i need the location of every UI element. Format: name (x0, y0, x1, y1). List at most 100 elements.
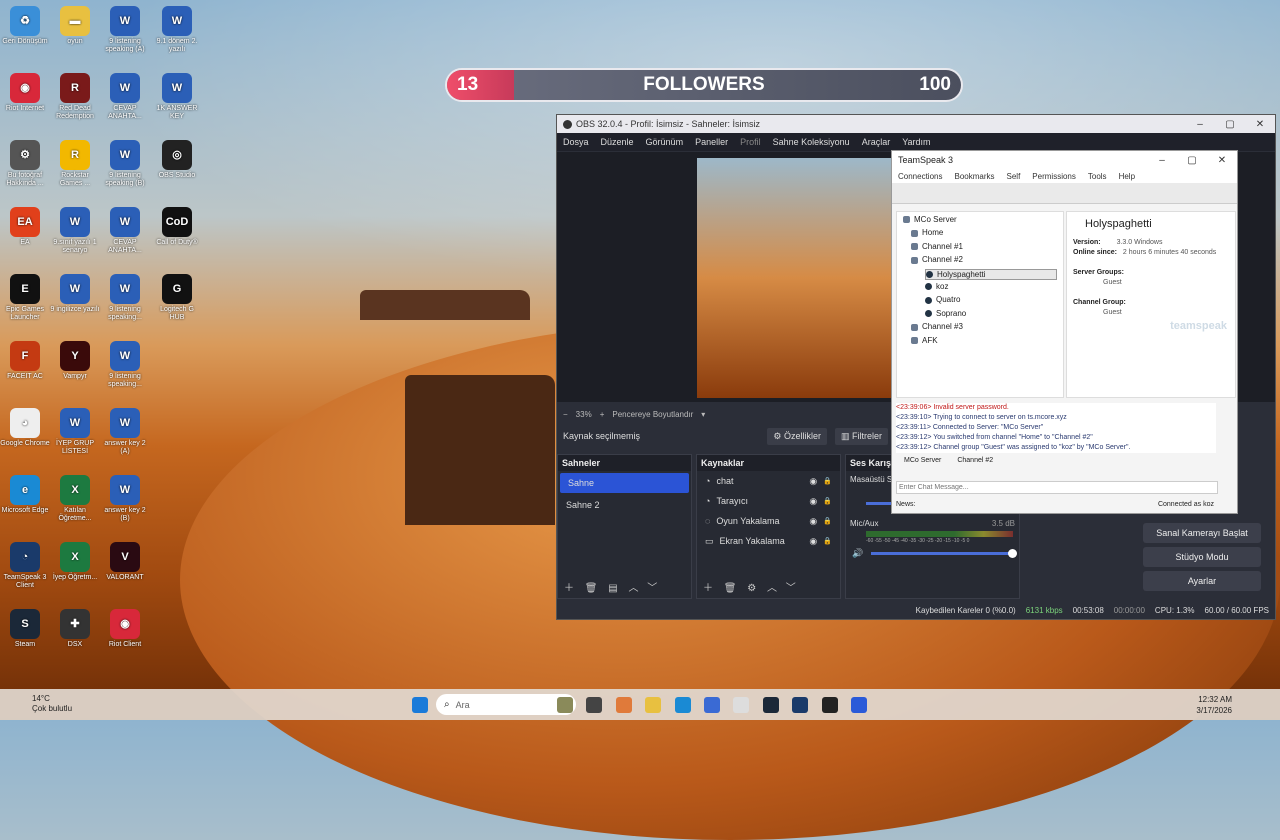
clock[interactable]: 12:32 AM 3/17/2026 (1196, 694, 1232, 716)
desktop-icon[interactable]: G Logitech G HUB (152, 274, 202, 322)
add-scene-button[interactable]: ＋ (564, 583, 574, 594)
source-item[interactable]: ◌ Oyun Yakalama ◉ 🔒 (697, 511, 840, 531)
desktop-icon[interactable]: W İYEP GRUP LİSTESİ (50, 408, 100, 456)
filters-button[interactable]: ▥ Filtreler (834, 427, 888, 445)
ts-titlebar[interactable]: TeamSpeak 3 – ▢ ✕ (892, 151, 1237, 169)
eye-icon[interactable]: ◉ (809, 536, 817, 547)
studio-mode-button[interactable]: Stüdyo Modu (1143, 547, 1261, 567)
menu-item[interactable]: Bookmarks (948, 172, 1000, 181)
minimize-button[interactable]: – (1185, 119, 1215, 130)
channel-item[interactable]: Channel #1 (911, 242, 963, 251)
menu-item[interactable]: Profil (734, 137, 767, 147)
steam-icon[interactable] (762, 697, 779, 713)
desktop-icon[interactable]: Y Vampyr (50, 341, 100, 381)
lock-icon[interactable]: 🔒 (823, 517, 832, 525)
app-icon[interactable] (704, 697, 720, 713)
add-source-button[interactable]: ＋ (703, 583, 713, 594)
maximize-button[interactable]: ▢ (1215, 119, 1245, 130)
desktop-icon[interactable]: W 9 listening speaking... (100, 274, 150, 322)
close-button[interactable]: ✕ (1207, 155, 1237, 166)
desktop-icon[interactable]: W 9.1 dönem 2. yazılı (152, 6, 202, 54)
desktop-icon[interactable]: F FACEIT AC (0, 341, 50, 381)
desktop-icon[interactable]: X Katılan Öğretme... (50, 475, 100, 523)
desktop-icon[interactable]: ◉ Riot Client (100, 609, 150, 649)
properties-button[interactable]: ⚙ Özellikler (767, 427, 827, 445)
desktop-icon[interactable]: W 9 listening speaking... (100, 341, 150, 389)
menu-item[interactable]: Permissions (1026, 172, 1082, 181)
settings-button[interactable]: Ayarlar (1143, 571, 1261, 591)
user-item[interactable]: Soprano (925, 309, 966, 318)
teamspeak-icon[interactable] (792, 697, 809, 713)
lock-icon[interactable]: 🔒 (823, 477, 832, 485)
source-settings-button[interactable]: ⚙ (747, 583, 756, 594)
menu-item[interactable]: Sahne Koleksiyonu (767, 137, 856, 147)
menu-item[interactable]: Araçlar (856, 137, 897, 147)
move-down-button[interactable]: ﹀ (647, 583, 657, 594)
chat-input[interactable] (896, 481, 1218, 494)
lock-icon[interactable]: 🔒 (823, 537, 832, 545)
fit-window-label[interactable]: Pencereye Boyutlandır (612, 410, 693, 419)
menu-item[interactable]: Paneller (689, 137, 734, 147)
channel-item[interactable]: AFK (911, 336, 938, 345)
obs-icon[interactable] (821, 697, 838, 713)
start-button[interactable] (412, 697, 428, 713)
desktop-icon[interactable]: ◎ OBS Studio (152, 140, 202, 180)
eye-icon[interactable]: ◉ (809, 496, 817, 507)
menu-item[interactable]: Düzenle (595, 137, 640, 147)
menu-item[interactable]: Dosya (557, 137, 595, 147)
desktop-icon[interactable]: Wanswer key 2 (B) (100, 475, 150, 523)
minimize-button[interactable]: – (1147, 155, 1177, 166)
desktop-icon[interactable]: W 9 listening speaking (A) (100, 6, 150, 54)
scene-filter-button[interactable]: ▤ (608, 583, 617, 594)
eye-icon[interactable]: ◉ (809, 476, 817, 487)
source-item[interactable]: ▭ Ekran Yakalama ◉ 🔒 (697, 531, 840, 551)
obs-titlebar[interactable]: OBS 32.0.4 - Profil: İsimsiz - Sahneler:… (557, 115, 1275, 133)
channel-item[interactable]: Channel #2 (911, 255, 963, 264)
desktop-icon[interactable]: X İyep Öğretm... (50, 542, 100, 582)
menu-item[interactable]: Yardım (896, 137, 936, 147)
app-icon[interactable] (851, 697, 867, 713)
desktop-icon[interactable]: ♻ Geri Dönüşüm (0, 6, 50, 46)
desktop-icon[interactable]: E Epic Games Launcher (0, 274, 50, 322)
desktop-icon[interactable]: ⚙ Bu fotoğraf Hakkında ... (0, 140, 50, 188)
desktop-icon[interactable]: ◔ TeamSpeak 3 Client (0, 542, 50, 590)
zoom-in-button[interactable]: + (600, 410, 605, 419)
desktop-icon[interactable]: ◉ Riot Internet (0, 73, 50, 113)
remove-source-button[interactable]: 🗑 (724, 583, 737, 594)
desktop-icon[interactable]: R Rockstar Games ... (50, 140, 100, 188)
desktop-icon[interactable]: W CEVAP ANAHTA... (100, 73, 150, 121)
user-item[interactable]: koz (925, 282, 948, 291)
scene-item[interactable]: Sahne 2 (558, 495, 691, 515)
menu-item[interactable]: Görünüm (640, 137, 690, 147)
desktop-icon[interactable]: CoD Call of Duty® (152, 207, 202, 247)
source-item[interactable]: ◔ chat ◉ 🔒 (697, 471, 840, 491)
desktop-icon[interactable]: W CEVAP ANAHTA... (100, 207, 150, 255)
desktop-icon[interactable]: W 1K ANSWER KEY (152, 73, 202, 121)
chrome-icon[interactable] (733, 697, 750, 713)
desktop-icon[interactable]: S Steam (0, 609, 50, 649)
chevron-down-icon[interactable]: ▾ (701, 410, 705, 419)
desktop-icon[interactable]: W 9.sınıf yazılı 1 senaryo (50, 207, 100, 255)
user-item[interactable]: Holyspaghetti (925, 268, 1057, 280)
zoom-out-button[interactable]: − (563, 410, 568, 419)
scene-item[interactable]: Sahne (560, 473, 689, 493)
desktop-icon[interactable]: e Microsoft Edge (0, 475, 50, 515)
desktop-icon[interactable]: V VALORANT (100, 542, 150, 582)
start-virtual-camera-button[interactable]: Sanal Kamerayı Başlat (1143, 523, 1261, 543)
user-item[interactable]: Quatro (925, 295, 960, 304)
move-up-button[interactable]: ︿ (767, 583, 777, 594)
eye-icon[interactable]: ◉ (809, 516, 817, 527)
edge-icon[interactable] (674, 697, 691, 713)
move-up-button[interactable]: ︿ (629, 583, 639, 594)
menu-item[interactable]: Self (1001, 172, 1027, 181)
move-down-button[interactable]: ﹀ (786, 583, 796, 594)
server-item[interactable]: MCo Server (903, 215, 957, 224)
menu-item[interactable]: Tools (1082, 172, 1113, 181)
app-icon[interactable] (557, 697, 573, 713)
desktop-icon[interactable]: R Red Dead Redemption (50, 73, 100, 121)
menu-item[interactable]: Help (1113, 172, 1141, 181)
folder-icon[interactable] (645, 697, 662, 713)
channel-item[interactable]: Home (911, 228, 943, 237)
app-icon[interactable] (615, 697, 632, 713)
file-explorer-icon[interactable] (586, 697, 603, 713)
